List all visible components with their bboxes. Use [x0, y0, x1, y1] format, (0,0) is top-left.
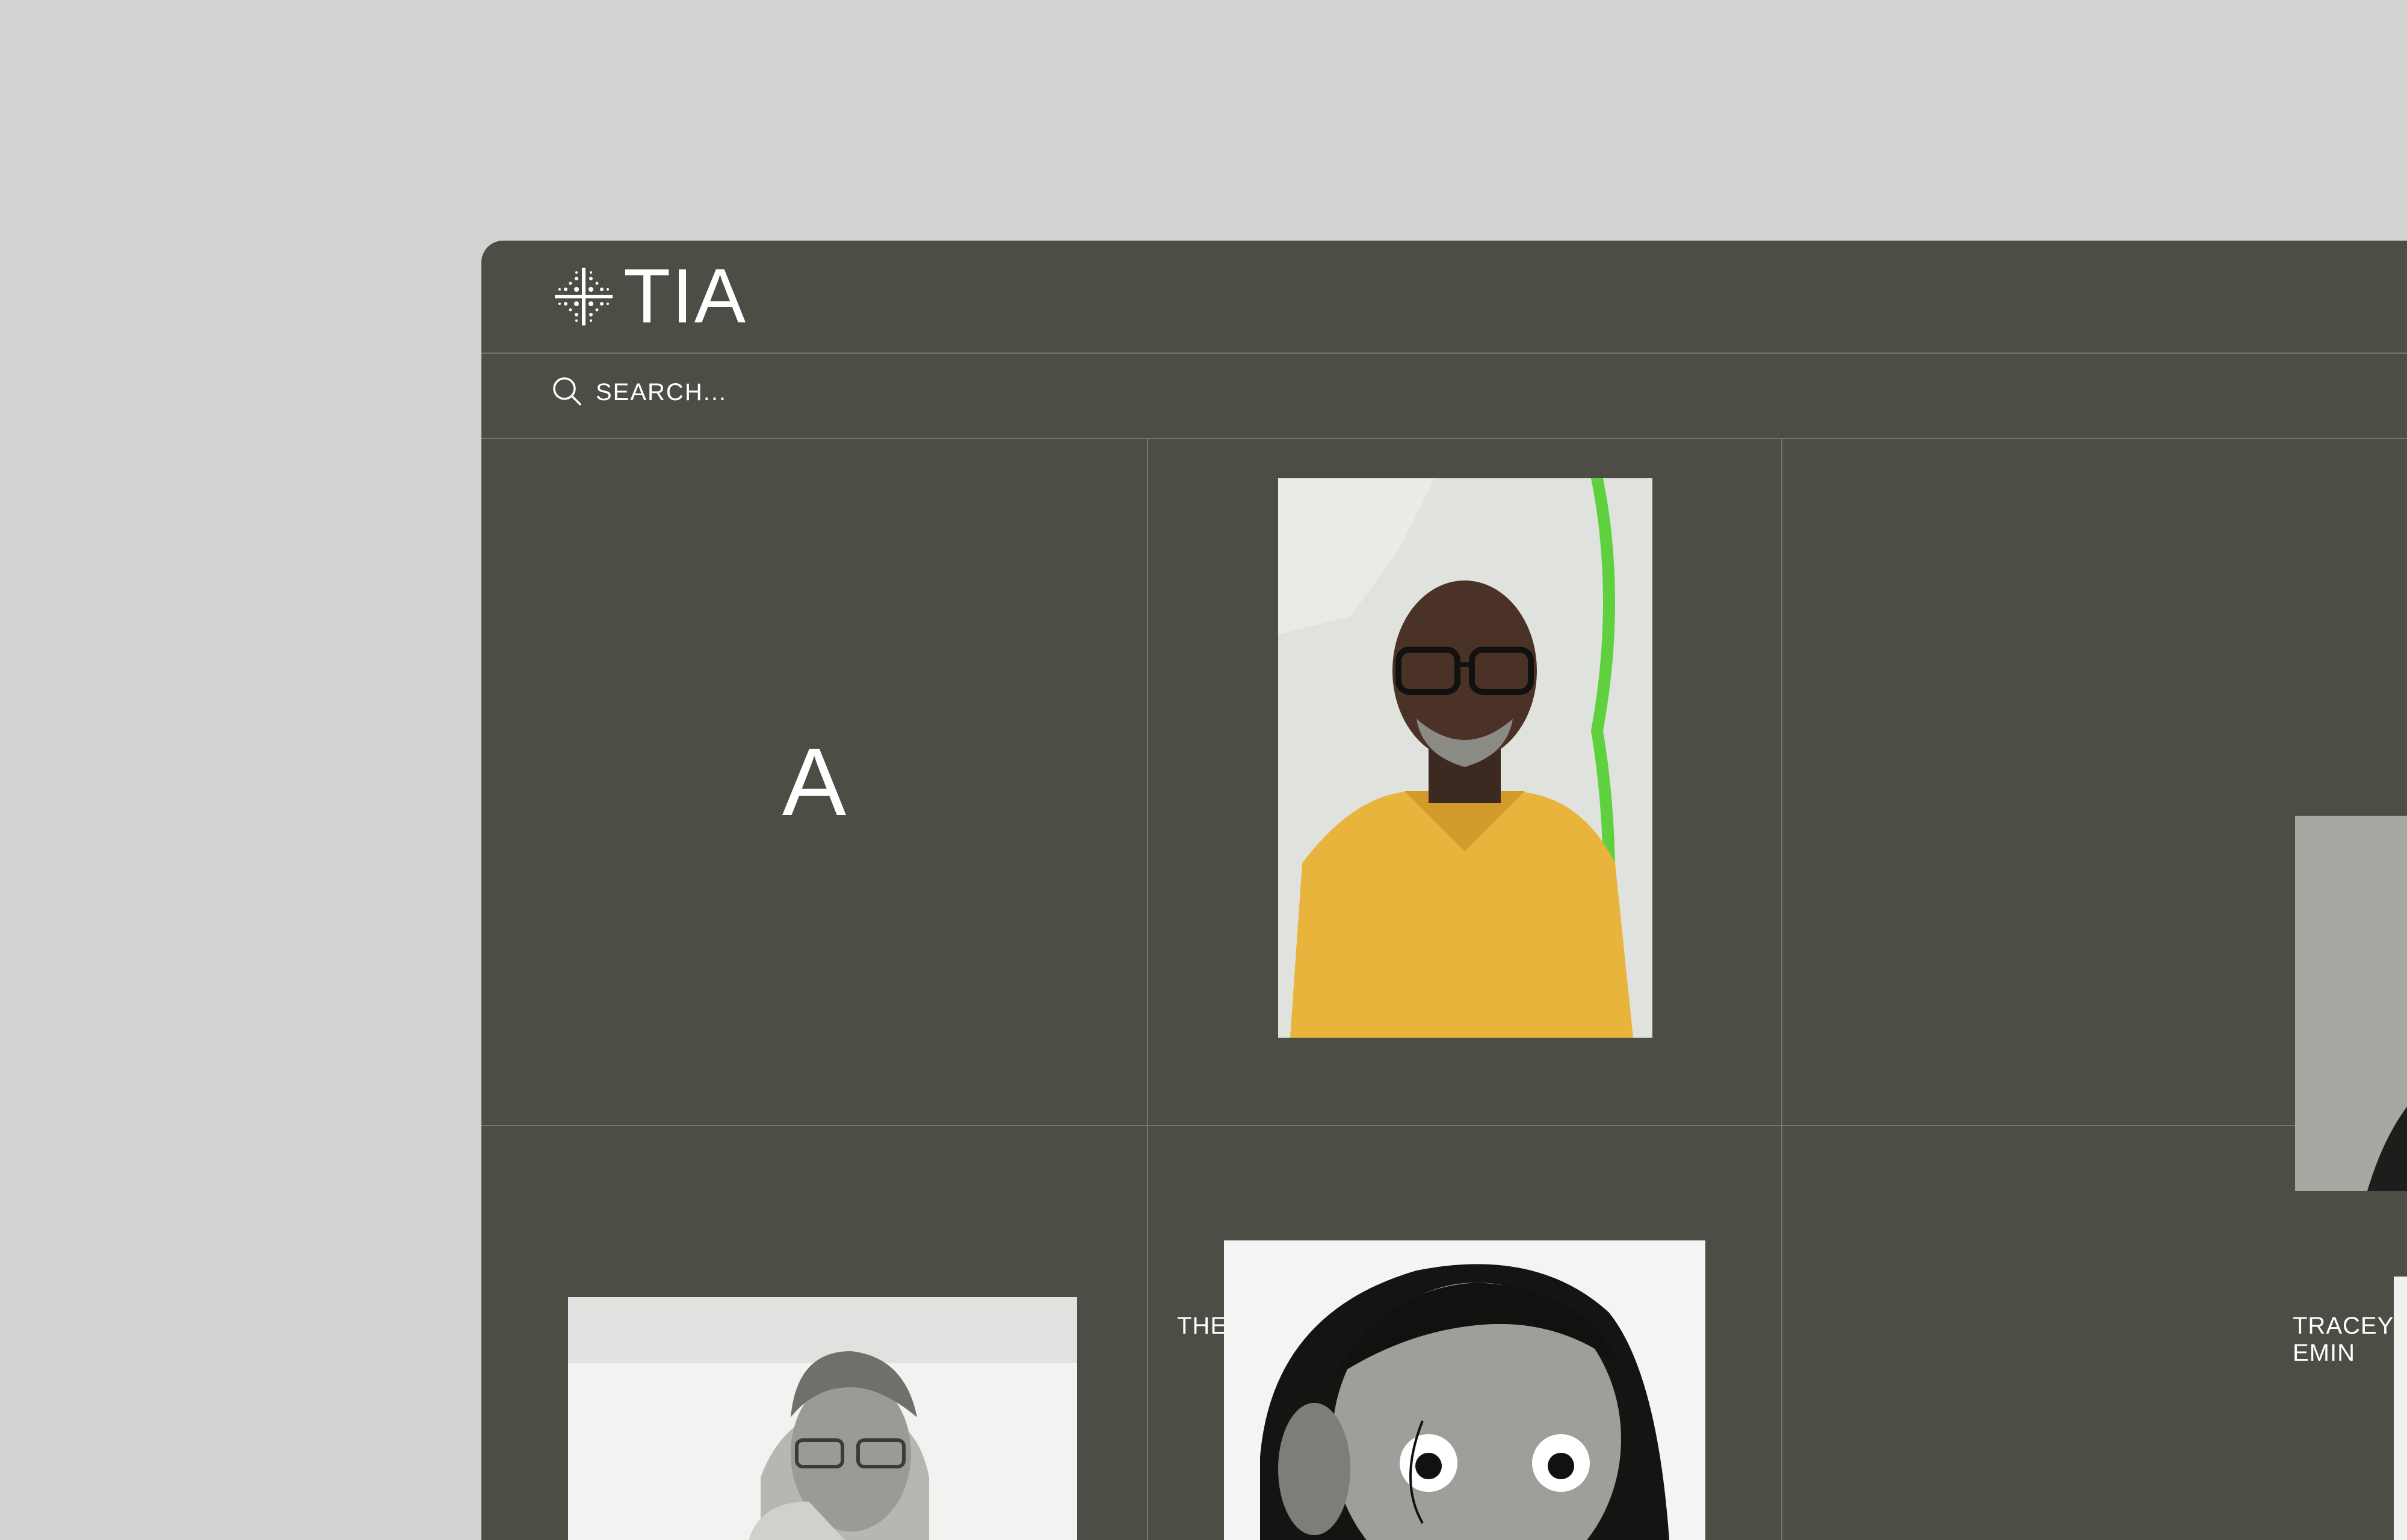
grid-divider — [1781, 439, 1782, 1540]
artist-card[interactable] — [568, 1297, 1077, 1540]
top-bar: TIA — [481, 241, 2407, 354]
search-icon[interactable] — [550, 374, 584, 408]
artist-photo — [1224, 1240, 1705, 1540]
artist-card-theaster-gates[interactable] — [1278, 478, 1652, 1038]
search-input[interactable] — [595, 372, 1139, 413]
artist-card[interactable] — [1224, 1240, 1705, 1540]
artist-photo — [568, 1297, 1077, 1540]
logo-wordmark: TIA — [623, 253, 747, 339]
artist-photo — [1278, 478, 1652, 1038]
sparkle-dot-grid-icon — [554, 266, 614, 327]
artist-card[interactable] — [2394, 1277, 2407, 1540]
artist-photo — [2295, 816, 2407, 1191]
grid-divider — [481, 1125, 2407, 1126]
search-bar — [481, 354, 2407, 439]
artist-card-tracey-emin[interactable] — [2295, 816, 2407, 1191]
grid-divider — [1147, 439, 1148, 1540]
artist-name-label[interactable]: TRACEY EMIN — [2293, 1313, 2407, 1367]
logo[interactable]: TIA — [554, 258, 747, 335]
artist-photo — [2394, 1277, 2407, 1540]
app-window: TIA A THEASTER GATES — [481, 241, 2407, 1540]
section-letter: A — [782, 728, 847, 836]
